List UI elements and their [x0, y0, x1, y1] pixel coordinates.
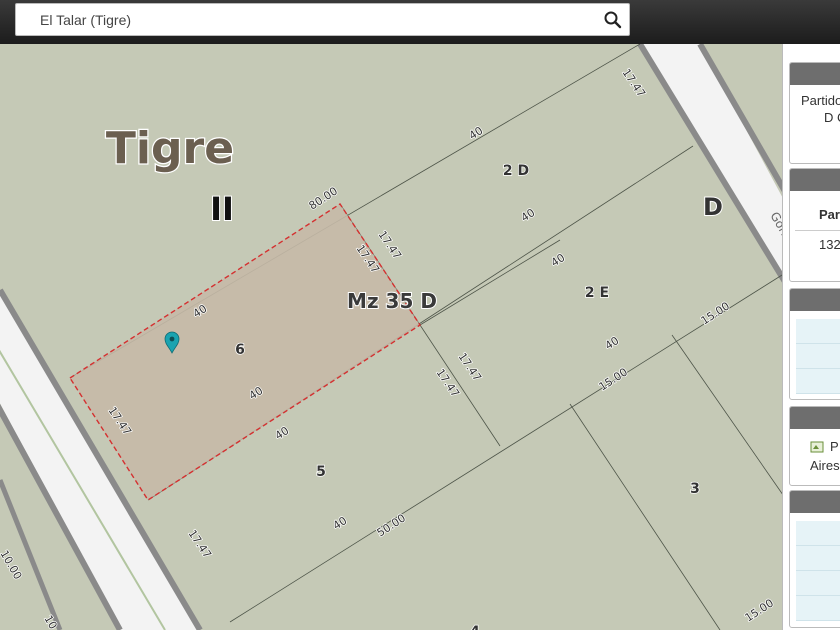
card-header	[790, 407, 840, 429]
layer-row[interactable]: P	[810, 439, 840, 454]
info-card: Par 132	[789, 168, 840, 282]
table-row	[796, 344, 840, 369]
table-row	[796, 521, 840, 546]
table-row	[796, 596, 840, 621]
info-card	[789, 490, 840, 628]
info-card	[789, 288, 840, 400]
block-label: Mz 35 D	[347, 289, 437, 313]
table	[796, 319, 840, 394]
parcel-label: 5	[316, 464, 326, 480]
info-panel: Partido D C Par 132 P Aires	[782, 44, 840, 630]
info-card: P Aires	[789, 406, 840, 486]
table	[796, 521, 840, 621]
parcel-label: 2 D	[503, 163, 529, 179]
parcel-label: 2 E	[585, 285, 609, 301]
card-text: P	[830, 439, 839, 454]
search-icon	[604, 11, 622, 29]
search-box	[15, 3, 630, 36]
section-label: D	[703, 193, 723, 221]
card-header	[790, 169, 840, 191]
card-text: Partido	[801, 93, 840, 108]
parcel-label: 6	[235, 342, 245, 358]
circ-label: II	[210, 190, 234, 228]
locality-label: Tigre	[106, 123, 234, 174]
divider	[795, 230, 840, 231]
card-value: 132	[819, 237, 840, 252]
top-bar	[0, 0, 840, 44]
info-card: Partido D C	[789, 62, 840, 164]
search-input[interactable]	[40, 4, 600, 35]
search-button[interactable]	[603, 10, 623, 30]
table-row	[796, 571, 840, 596]
cadastral-map[interactable]: Tigre II D Mz 35 D Gorriti 6 5 2 D 2 E 3…	[0, 44, 840, 630]
parcel-label: 4	[470, 624, 480, 630]
layer-icon	[810, 441, 824, 452]
parcel-label: 3	[690, 481, 700, 497]
card-text: Aires	[810, 458, 840, 473]
card-column-header: Par	[819, 207, 840, 222]
table-row	[796, 319, 840, 344]
table-row	[796, 369, 840, 394]
card-text: D C	[824, 110, 840, 125]
card-header	[790, 63, 840, 85]
table-row	[796, 546, 840, 571]
card-header	[790, 289, 840, 311]
card-header	[790, 491, 840, 513]
